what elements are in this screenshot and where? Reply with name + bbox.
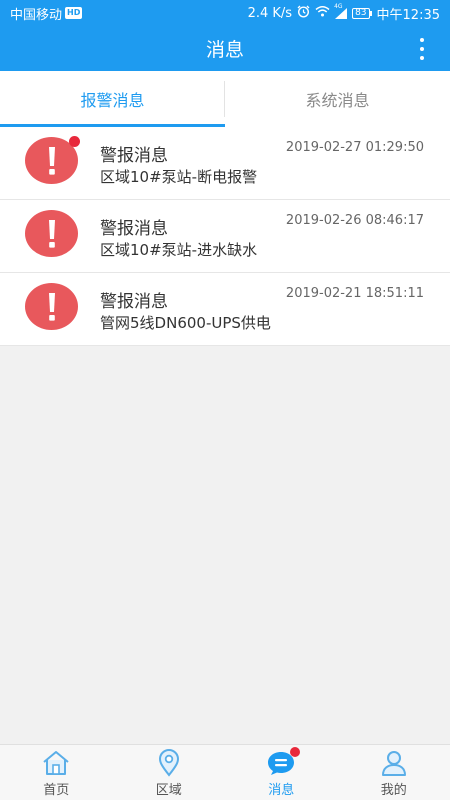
nav-item-profile[interactable]: 我的 <box>338 745 450 800</box>
tab-label: 系统消息 <box>305 91 370 110</box>
battery-level: 83 <box>355 7 367 18</box>
list-item[interactable]: 警报消息 区域10#泵站-进水缺水 2019-02-26 08:46:17 <box>0 200 450 273</box>
home-icon <box>41 749 71 777</box>
message-title: 警报消息 <box>100 292 168 312</box>
alert-icon <box>25 210 78 257</box>
nav-label: 区域 <box>155 783 182 798</box>
alarm-clock-icon <box>297 5 310 22</box>
status-bar: 中国移动 HD 2.4 K/s 4G 83 中午12:35 <box>0 0 450 26</box>
message-title: 警报消息 <box>100 219 168 239</box>
cellular-signal-icon: 4G <box>334 3 348 19</box>
nav-label: 我的 <box>380 783 407 798</box>
tab-system-messages[interactable]: 系统消息 <box>225 71 450 127</box>
nav-label: 首页 <box>43 783 70 798</box>
carrier-name: 中国移动 <box>10 7 63 23</box>
network-speed: 2.4 K/s <box>247 5 293 21</box>
alert-icon <box>25 283 78 330</box>
message-title: 警报消息 <box>100 146 168 166</box>
user-icon <box>379 749 409 777</box>
app-bar: 消息 <box>0 26 450 71</box>
message-timestamp: 2019-02-27 01:29:50 <box>285 140 424 155</box>
nav-item-region[interactable]: 区域 <box>113 745 226 800</box>
message-detail: 区域10#泵站-进水缺水 <box>100 241 258 259</box>
more-vertical-icon[interactable] <box>414 38 430 60</box>
message-detail: 区域10#泵站-断电报警 <box>100 168 258 186</box>
unread-badge <box>290 747 301 757</box>
unread-badge <box>69 136 80 147</box>
battery-icon: 83 <box>352 7 370 19</box>
list-item[interactable]: 警报消息 区域10#泵站-断电报警 2019-02-27 01:29:50 <box>0 127 450 200</box>
message-timestamp: 2019-02-21 18:51:11 <box>285 286 424 301</box>
nav-label: 消息 <box>268 783 295 798</box>
hd-badge: HD <box>65 7 83 19</box>
message-icon <box>266 747 301 777</box>
list-item[interactable]: 警报消息 管网5线DN600-UPS供电 2019-02-21 18:51:11 <box>0 273 450 346</box>
message-detail: 管网5线DN600-UPS供电 <box>100 314 271 332</box>
location-pin-icon <box>154 749 184 777</box>
message-tabs: 报警消息 系统消息 <box>0 71 450 127</box>
nav-item-home[interactable]: 首页 <box>0 745 113 800</box>
status-right: 2.4 K/s 4G 83 中午12:35 <box>247 3 440 23</box>
status-left: 中国移动 HD <box>10 4 83 23</box>
signal-type-label: 4G <box>334 2 343 10</box>
nav-item-messages[interactable]: 消息 <box>225 745 338 800</box>
alert-icon <box>25 136 80 184</box>
page-title: 消息 <box>205 39 244 61</box>
message-timestamp: 2019-02-26 08:46:17 <box>285 213 424 228</box>
message-list: 警报消息 区域10#泵站-断电报警 2019-02-27 01:29:50 警报… <box>0 127 450 346</box>
bottom-nav: 首页 区域 消息 我的 <box>0 744 450 800</box>
battery-cap <box>369 10 372 16</box>
tab-label: 报警消息 <box>80 91 145 110</box>
wifi-icon <box>315 5 330 21</box>
tab-alarm-messages[interactable]: 报警消息 <box>0 71 225 127</box>
clock-time: 中午12:35 <box>376 7 440 23</box>
